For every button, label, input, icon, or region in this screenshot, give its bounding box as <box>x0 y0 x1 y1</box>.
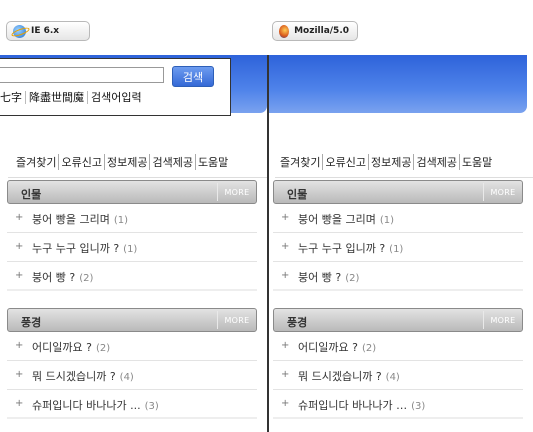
plus-icon: + <box>281 270 290 281</box>
section-scenery: 풍경 MORE + 어디일까요 ? (2) + 뭐 드시겠습니까 ? (4) + 슈퍼입니… <box>273 308 523 419</box>
item-title[interactable]: 누구 누구 입니까 ? <box>298 242 385 255</box>
search-panel: 검색 七字 降盡世間魔 검색어입력 <box>0 58 231 116</box>
utility-nav: 즐겨찾기 오류신고 정보제공 검색제공 도움말 <box>278 152 494 172</box>
section-header: 인물 MORE <box>273 180 523 204</box>
item-title[interactable]: 슈퍼입니다 바나나가 … <box>298 399 407 412</box>
nav-favorites[interactable]: 즐겨찾기 <box>14 154 58 170</box>
plus-icon: + <box>15 369 24 380</box>
item-count: (1) <box>389 244 404 255</box>
header-banner <box>269 55 527 113</box>
mozilla-version-badge: Mozilla/5.0 <box>272 21 358 41</box>
section-people: 인물 MORE + 붕어 빵을 그리며 (1) + 누구 누구 입니까 ? (1) + 붕… <box>7 180 257 291</box>
section-title: 풍경 <box>287 316 308 329</box>
section-header: 인물 MORE <box>7 180 257 204</box>
section-header: 풍경 MORE <box>7 308 257 332</box>
item-title[interactable]: 붕어 빵을 그리며 <box>32 213 110 226</box>
ie-render-pane: 검색 七字 降盡世間魔 검색어입력 즐겨찾기 오류신고 정보제공 검색제공 도움말 … <box>0 55 268 432</box>
plus-icon: + <box>15 270 24 281</box>
section-title: 풍경 <box>21 316 42 329</box>
section-title: 인물 <box>21 188 42 201</box>
ie-version-label: IE 6.x <box>31 26 60 36</box>
item-count: (2) <box>345 273 360 284</box>
search-button[interactable]: 검색 <box>172 66 214 87</box>
plus-icon: + <box>281 340 290 351</box>
ie-version-badge: IE 6.x <box>6 21 90 41</box>
item-count: (1) <box>379 215 395 226</box>
more-button[interactable]: MORE <box>217 311 256 329</box>
item-title[interactable]: 누구 누구 입니까 ? <box>32 242 119 255</box>
plus-icon: + <box>281 398 290 409</box>
mozilla-version-label: Mozilla/5.0 <box>294 26 349 36</box>
item-title[interactable]: 붕어 빵을 그리며 <box>298 213 376 226</box>
nav-report-error[interactable]: 오류신고 <box>322 154 367 170</box>
suggestion-link[interactable]: 검색어입력 <box>87 91 142 104</box>
section-scenery: 풍경 MORE + 어디일까요 ? (2) + 뭐 드시겠습니까 ? (4) + 슈퍼입니… <box>7 308 257 419</box>
mozilla-render-pane: 즐겨찾기 오류신고 정보제공 검색제공 도움말 인물 MORE + 붕어 빵을 그… <box>268 55 533 432</box>
list-item[interactable]: + 붕어 빵을 그리며 (1) <box>7 204 257 233</box>
item-title[interactable]: 어디일까요 ? <box>298 341 358 354</box>
list-item[interactable]: + 슈퍼입니다 바나나가 … (3) <box>273 390 523 419</box>
nav-report-error[interactable]: 오류신고 <box>58 154 103 170</box>
more-button[interactable]: MORE <box>483 311 522 329</box>
section-header: 풍경 MORE <box>273 308 523 332</box>
list-item[interactable]: + 뭐 드시겠습니까 ? (4) <box>273 361 523 390</box>
search-input[interactable] <box>0 67 164 83</box>
nav-search-provider[interactable]: 검색제공 <box>413 154 458 170</box>
item-count: (2) <box>361 343 377 354</box>
item-count: (3) <box>144 401 159 412</box>
list-item[interactable]: + 누구 누구 입니까 ? (1) <box>7 233 257 262</box>
item-count: (2) <box>79 273 94 284</box>
search-suggestions: 七字 降盡世間魔 검색어입력 <box>0 89 142 105</box>
divider <box>8 177 267 178</box>
plus-icon: + <box>15 212 24 223</box>
item-count: (1) <box>123 244 138 255</box>
item-title[interactable]: 어디일까요 ? <box>32 341 92 354</box>
plus-icon: + <box>15 398 24 409</box>
list-item[interactable]: + 어디일까요 ? (2) <box>7 332 257 361</box>
item-title[interactable]: 붕어 빵 ? <box>298 271 341 284</box>
suggestion-link[interactable]: 七字 <box>0 91 22 104</box>
more-button[interactable]: MORE <box>483 183 522 201</box>
list-item[interactable]: + 붕어 빵 ? (2) <box>273 262 523 291</box>
divider <box>275 177 533 178</box>
nav-info[interactable]: 정보제공 <box>103 154 149 170</box>
section-people: 인물 MORE + 붕어 빵을 그리며 (1) + 누구 누구 입니까 ? (1) + 붕… <box>273 180 523 291</box>
plus-icon: + <box>281 369 290 380</box>
internet-explorer-icon <box>13 24 26 38</box>
utility-nav: 즐겨찾기 오류신고 정보제공 검색제공 도움말 <box>14 152 230 172</box>
item-title[interactable]: 슈퍼입니다 바나나가 ... <box>32 399 141 412</box>
list-item[interactable]: + 슈퍼입니다 바나나가 ... (3) <box>7 390 257 419</box>
nav-search-provider[interactable]: 검색제공 <box>149 154 194 170</box>
list-item[interactable]: + 뭐 드시겠습니까 ? (4) <box>7 361 257 390</box>
list-item[interactable]: + 어디일까요 ? (2) <box>273 332 523 361</box>
plus-icon: + <box>281 241 290 252</box>
nav-help[interactable]: 도움말 <box>458 154 494 170</box>
plus-icon: + <box>15 340 24 351</box>
plus-icon: + <box>281 212 290 223</box>
item-count: (3) <box>411 401 426 412</box>
list-item[interactable]: + 붕어 빵을 그리며 (1) <box>273 204 523 233</box>
more-button[interactable]: MORE <box>217 183 256 201</box>
nav-info[interactable]: 정보제공 <box>367 154 413 170</box>
item-count: (4) <box>385 372 400 383</box>
suggestion-link[interactable]: 降盡世間魔 <box>25 91 84 104</box>
item-count: (1) <box>113 215 129 226</box>
item-title[interactable]: 뭐 드시겠습니까 ? <box>32 370 116 383</box>
nav-favorites[interactable]: 즐겨찾기 <box>278 154 322 170</box>
firefox-icon <box>279 24 290 38</box>
item-count: (4) <box>119 372 134 383</box>
item-count: (2) <box>95 343 111 354</box>
item-title[interactable]: 붕어 빵 ? <box>32 271 75 284</box>
plus-icon: + <box>15 241 24 252</box>
item-title[interactable]: 뭐 드시겠습니까 ? <box>298 370 382 383</box>
section-title: 인물 <box>287 188 308 201</box>
list-item[interactable]: + 누구 누구 입니까 ? (1) <box>273 233 523 262</box>
list-item[interactable]: + 붕어 빵 ? (2) <box>7 262 257 291</box>
nav-help[interactable]: 도움말 <box>194 154 230 170</box>
